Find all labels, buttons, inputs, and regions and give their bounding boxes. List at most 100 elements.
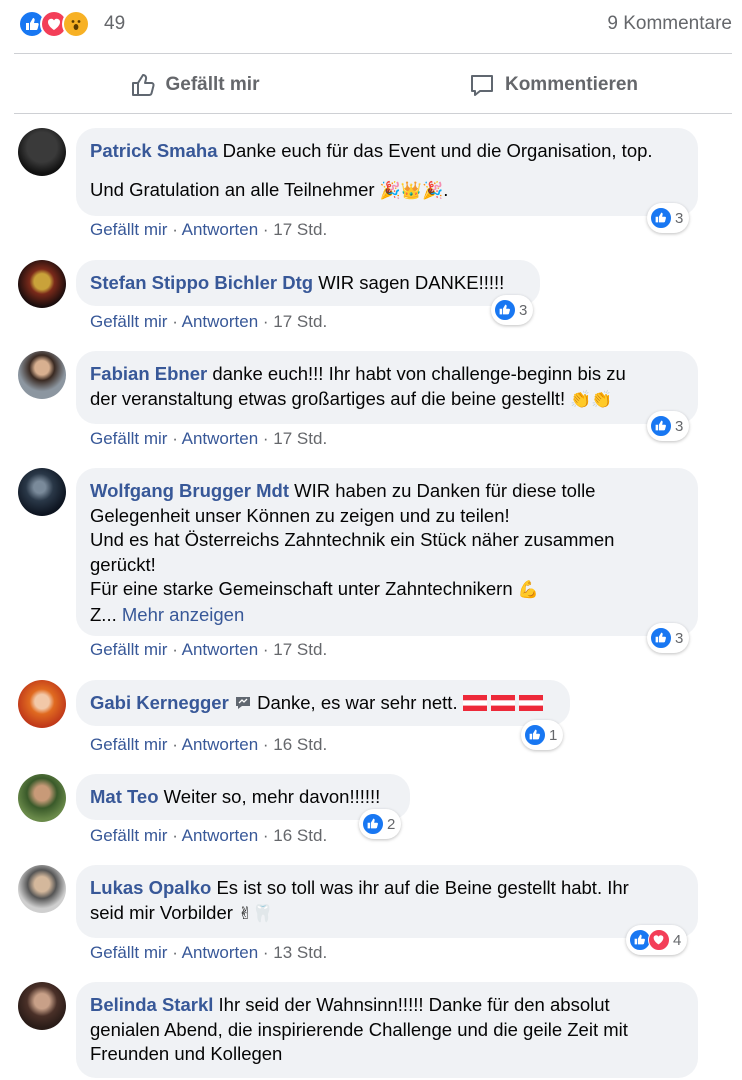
- comment-time[interactable]: 17 Std.: [273, 312, 327, 331]
- comment-bubble: Stefan Stippo Bichler Dtg WIR sagen DANK…: [76, 260, 540, 306]
- comment-text: Es ist so toll was ihr auf die Beine ges…: [216, 877, 629, 898]
- comment-text: Und es hat Österreichs Zahntechnik ein S…: [90, 529, 615, 550]
- avatar[interactable]: [18, 260, 66, 308]
- separator: ·: [258, 826, 274, 845]
- comment-time[interactable]: 17 Std.: [273, 429, 327, 448]
- comment-like-link[interactable]: Gefällt mir: [90, 735, 167, 754]
- comment-like-link[interactable]: Gefällt mir: [90, 943, 167, 962]
- separator: ·: [258, 429, 274, 448]
- comment-meta: Gefällt mir · Antworten · 16 Std.: [90, 826, 327, 846]
- divider: [14, 113, 732, 114]
- comment-bubble: Belinda Starkl Ihr seid der Wahnsinn!!!!…: [76, 982, 698, 1078]
- avatar[interactable]: [18, 982, 66, 1030]
- separator: ·: [258, 220, 274, 239]
- see-more-link[interactable]: Mehr anzeigen: [122, 604, 244, 625]
- comment-reply-link[interactable]: Antworten: [182, 735, 259, 754]
- comment-author[interactable]: Patrick Smaha: [90, 140, 218, 161]
- comment-text: Z...: [90, 603, 117, 625]
- comment-bubble: Mat Teo Weiter so, mehr davon!!!!!!: [76, 774, 410, 820]
- comment-reactions[interactable]: 1: [521, 720, 564, 750]
- comment-meta: Gefällt mir · Antworten · 17 Std.: [90, 640, 327, 660]
- comment-bubble: Lukas Opalko Es ist so toll was ihr auf …: [76, 865, 698, 938]
- like-icon: [524, 724, 546, 746]
- comment-time[interactable]: 13 Std.: [273, 943, 327, 962]
- comment-bubble: Gabi Kernegger Danke, es war sehr nett.: [76, 680, 570, 726]
- avatar[interactable]: [18, 351, 66, 399]
- comment-reply-link[interactable]: Antworten: [182, 943, 259, 962]
- reaction-count: 3: [675, 209, 684, 227]
- avatar[interactable]: [18, 865, 66, 913]
- comment-meta: Gefällt mir · Antworten · 17 Std.: [90, 312, 327, 332]
- comment-reactions[interactable]: 3: [647, 623, 690, 653]
- like-icon: [362, 813, 384, 835]
- comment-text: Gelegenheit unser Können zu zeigen und z…: [90, 504, 510, 526]
- love-icon: [648, 929, 670, 951]
- divider: [14, 53, 732, 54]
- comment-reactions[interactable]: 3: [647, 203, 690, 233]
- avatar[interactable]: [18, 468, 66, 516]
- comment-button[interactable]: Kommentieren: [373, 58, 732, 112]
- messenger-icon: [235, 697, 250, 709]
- comment-button-label: Kommentieren: [504, 74, 639, 95]
- comment-text: .: [443, 178, 449, 200]
- comment-time[interactable]: 16 Std.: [273, 826, 327, 845]
- thumbs-up-icon: [131, 74, 155, 96]
- like-icon: [650, 415, 672, 437]
- comment-reply-link[interactable]: Antworten: [182, 312, 259, 331]
- comment-reactions[interactable]: 2: [359, 809, 402, 839]
- comment-time[interactable]: 16 Std.: [273, 735, 327, 754]
- speech-bubble-icon: [470, 75, 493, 96]
- comment-meta: Gefällt mir · Antworten · 16 Std.: [90, 735, 327, 755]
- comment-reply-link[interactable]: Antworten: [182, 429, 259, 448]
- party-emoji: 🎉👑🎉: [379, 180, 444, 201]
- reaction-count[interactable]: 49: [104, 13, 125, 35]
- reaction-summary: 49 9 Kommentare: [18, 8, 732, 38]
- comment-text: der veranstaltung etwas großartiges auf …: [90, 387, 566, 409]
- like-button-label: Gefällt mir: [165, 74, 260, 95]
- austria-flag-icon: [462, 693, 543, 718]
- comment-like-link[interactable]: Gefällt mir: [90, 429, 167, 448]
- separator: ·: [258, 312, 274, 331]
- comment-text: Weiter so, mehr davon!!!!!!: [163, 786, 381, 807]
- comment-reply-link[interactable]: Antworten: [182, 220, 259, 239]
- comment-bubble: Wolfgang Brugger Mdt WIR haben zu Danken…: [76, 468, 698, 636]
- comment-time[interactable]: 17 Std.: [273, 640, 327, 659]
- like-icon: [494, 299, 516, 321]
- comment-text: gerückt!: [90, 553, 156, 575]
- avatar[interactable]: [18, 680, 66, 728]
- avatar[interactable]: [18, 128, 66, 176]
- comment-text: Für eine starke Gemeinschaft unter Zahnt…: [90, 578, 513, 599]
- comment-reactions[interactable]: 3: [647, 411, 690, 441]
- separator: ·: [258, 640, 274, 659]
- comment-text: Und Gratulation an alle Teilnehmer: [90, 178, 375, 200]
- comment-text: WIR sagen DANKE!!!!!: [318, 272, 505, 293]
- comment-like-link[interactable]: Gefällt mir: [90, 312, 167, 331]
- comment-reactions[interactable]: 3: [491, 295, 534, 325]
- separator: ·: [167, 826, 182, 845]
- comment-author[interactable]: Gabi Kernegger: [90, 692, 229, 713]
- comment-reply-link[interactable]: Antworten: [182, 640, 259, 659]
- comment-like-link[interactable]: Gefällt mir: [90, 640, 167, 659]
- comment-author[interactable]: Fabian Ebner: [90, 363, 207, 384]
- comment-author[interactable]: Stefan Stippo Bichler Dtg: [90, 272, 313, 293]
- comment-meta: Gefällt mir · Antworten · 13 Std.: [90, 943, 327, 963]
- comment-reactions[interactable]: 4: [626, 925, 688, 955]
- avatar[interactable]: [18, 774, 66, 822]
- comment-like-link[interactable]: Gefällt mir: [90, 220, 167, 239]
- comment-text: Danke euch für das Event und die Organis…: [222, 140, 653, 161]
- comment-count[interactable]: 9 Kommentare: [607, 13, 732, 35]
- separator: ·: [258, 735, 274, 754]
- reaction-count: 3: [675, 629, 684, 647]
- comment-text: Ihr seid der Wahnsinn!!!!! Danke für den…: [218, 994, 610, 1015]
- comment-reply-link[interactable]: Antworten: [182, 826, 259, 845]
- like-icon: [650, 207, 672, 229]
- comment-author[interactable]: Lukas Opalko: [90, 877, 211, 898]
- comment-like-link[interactable]: Gefällt mir: [90, 826, 167, 845]
- comment-author[interactable]: Belinda Starkl: [90, 994, 213, 1015]
- comment-author[interactable]: Mat Teo: [90, 786, 159, 807]
- like-button[interactable]: Gefällt mir: [14, 58, 373, 112]
- comment-time[interactable]: 17 Std.: [273, 220, 327, 239]
- reaction-count: 2: [387, 815, 396, 833]
- comment-meta: Gefällt mir · Antworten · 17 Std.: [90, 220, 327, 240]
- comment-author[interactable]: Wolfgang Brugger Mdt: [90, 480, 289, 501]
